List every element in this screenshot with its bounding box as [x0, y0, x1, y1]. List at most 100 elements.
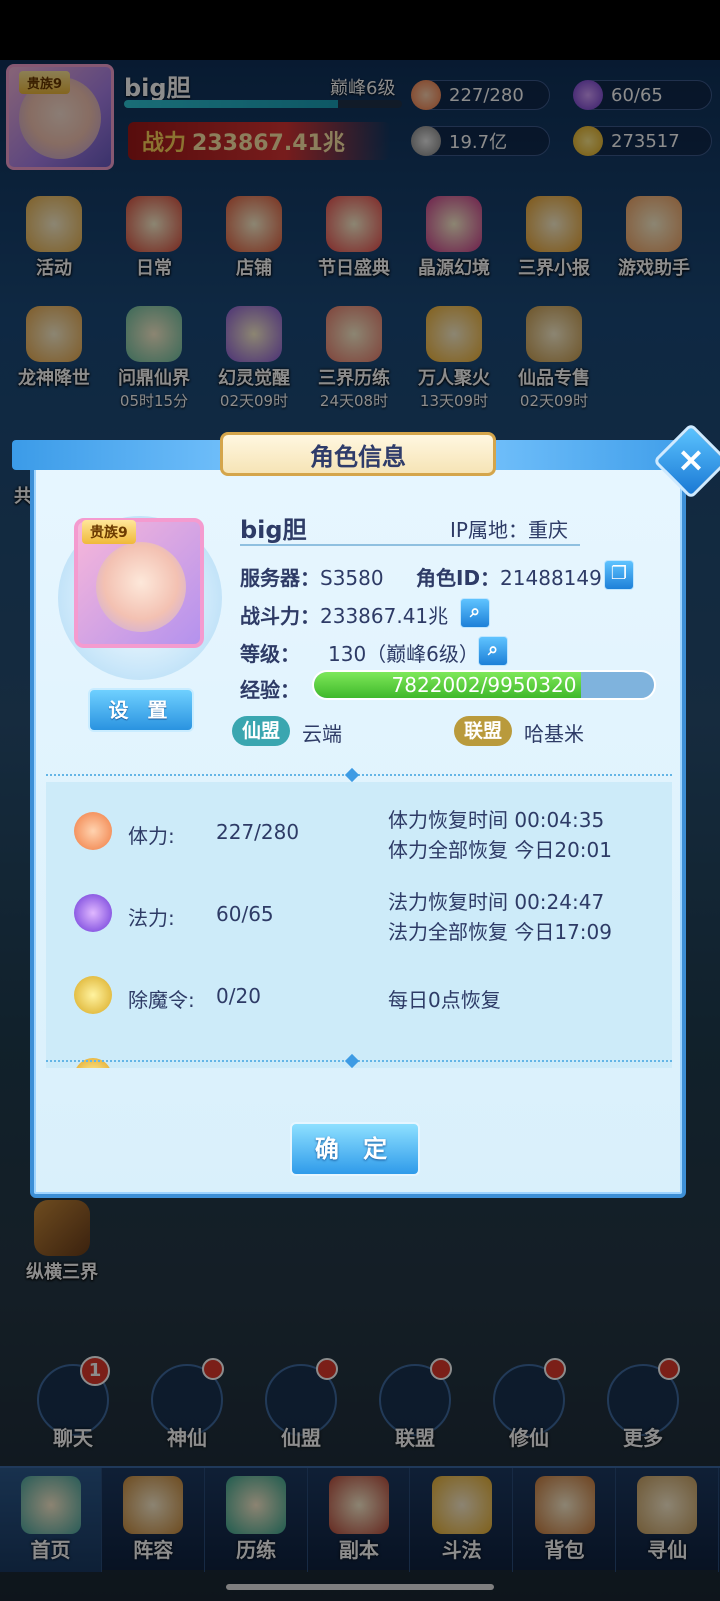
- red-dot-badge: [202, 1358, 224, 1380]
- stat-recovery-info: 法力恢复时间 00:24:47: [388, 890, 605, 914]
- feature-button[interactable]: 节日盛典: [306, 196, 402, 280]
- stat-full-recovery-info: 法力全部恢复 今日17:09: [388, 920, 612, 944]
- level-row: 等级： 130（巅峰6级）: [240, 638, 479, 667]
- coin-value: 19.7亿: [449, 132, 508, 153]
- settings-button[interactable]: 设 置: [88, 688, 194, 732]
- power-label: 战力: [142, 131, 187, 156]
- lineup-icon: [123, 1476, 184, 1534]
- exp-progress-bar: 7822002/9950320: [312, 670, 656, 700]
- combat-power-row: 战斗力：233867.41兆: [240, 600, 448, 629]
- coin-resource[interactable]: 19.7亿: [411, 126, 550, 156]
- guild-tag: 仙盟: [232, 716, 291, 746]
- feature-label: 活动: [36, 258, 72, 279]
- magnifier-icon: ⌕: [487, 639, 499, 660]
- bottom-button-label: 修仙: [509, 1426, 549, 1450]
- nav-tab[interactable]: 斗法: [411, 1468, 514, 1572]
- feature-timer: 13天09时: [419, 392, 489, 410]
- dungeon-icon: [328, 1476, 389, 1534]
- bottom-button[interactable]: 更多: [598, 1358, 688, 1451]
- feature-label: 幻灵觉醒: [218, 368, 290, 389]
- guild-name[interactable]: 云端: [302, 718, 342, 747]
- bottom-button[interactable]: 修仙: [484, 1358, 574, 1451]
- role-id-row: 角色ID：21488149: [416, 562, 602, 591]
- divider-diamond: [344, 767, 360, 783]
- assistant-fox-icon: [626, 196, 682, 252]
- feature-button[interactable]: 仙品专售 02天09时: [506, 306, 602, 411]
- exp-text: 7822002/9950320: [391, 673, 577, 697]
- alliance-tag: 联盟: [454, 716, 513, 746]
- stamina-value: 227/280: [449, 84, 524, 106]
- nav-tab[interactable]: 副本: [308, 1468, 411, 1572]
- side-event-label: 纵横三界: [26, 1262, 98, 1283]
- feature-button[interactable]: 游戏助手: [606, 196, 702, 280]
- home-icon: [20, 1476, 81, 1534]
- fire-icon: [426, 306, 482, 362]
- feature-button[interactable]: 龙神降世: [6, 306, 102, 390]
- feature-label: 仙品专售: [518, 368, 590, 389]
- feature-timer: 24天08时: [319, 392, 389, 410]
- alliance-name[interactable]: 哈基米: [524, 718, 584, 747]
- role-id-label: 角色ID：: [416, 566, 501, 590]
- bottom-button[interactable]: 神仙: [142, 1358, 232, 1451]
- mana-value: 60/65: [611, 84, 663, 106]
- copy-icon: ❐: [610, 563, 628, 584]
- trial-icon: [326, 306, 382, 362]
- profile-noble-badge: 贵族9: [82, 520, 136, 544]
- server-value: S3580: [320, 566, 384, 590]
- home-indicator: [226, 1584, 494, 1590]
- feature-button[interactable]: 晶源幻境: [406, 196, 502, 280]
- feature-button[interactable]: 日常: [106, 196, 202, 280]
- feature-label: 游戏助手: [618, 258, 690, 279]
- player-avatar[interactable]: 贵族9: [6, 64, 114, 170]
- bottom-nav: 首页 阵容 历练 副本 斗法 背包 寻仙: [0, 1466, 720, 1572]
- bottom-button[interactable]: 联盟: [370, 1358, 460, 1451]
- nav-tab[interactable]: 历练: [206, 1468, 308, 1572]
- nav-tab[interactable]: 寻仙: [617, 1468, 719, 1572]
- mana-flame-icon: [573, 80, 603, 110]
- stats-scroll-panel[interactable]: 体力: 227/280 体力恢复时间 00:04:35 体力全部恢复 今日20:01 法…: [46, 782, 672, 1068]
- stat-value: 227/280: [216, 820, 300, 844]
- feature-button[interactable]: 三界小报: [506, 196, 602, 280]
- mana-resource[interactable]: 60/65: [573, 80, 712, 110]
- feature-button[interactable]: 活动: [6, 196, 102, 280]
- nav-tab-label: 副本: [338, 1538, 379, 1562]
- feature-label: 节日盛典: [318, 258, 390, 279]
- bottom-button-label: 仙盟: [281, 1426, 321, 1450]
- confirm-button[interactable]: 确 定: [290, 1122, 420, 1176]
- bottom-button-label: 联盟: [395, 1426, 435, 1450]
- side-event[interactable]: 纵横三界: [12, 1200, 112, 1284]
- nav-tab[interactable]: 背包: [514, 1468, 616, 1572]
- red-dot-badge: [658, 1358, 680, 1380]
- nav-tab[interactable]: 阵容: [103, 1468, 205, 1572]
- feature-button[interactable]: 幻灵觉醒 02天09时: [206, 306, 302, 411]
- feature-button[interactable]: 万人聚火 13天09时: [406, 306, 502, 411]
- feature-button[interactable]: 店铺: [206, 196, 302, 280]
- train-icon: [226, 1476, 287, 1534]
- bottom-button[interactable]: 聊天 1: [28, 1356, 118, 1451]
- stat-recovery-info: 每日0点恢复: [388, 988, 501, 1012]
- feature-button[interactable]: 三界历练 24天08时: [306, 306, 402, 411]
- feature-label: 店铺: [236, 258, 272, 279]
- feature-button[interactable]: 问鼎仙界 05时15分: [106, 306, 202, 411]
- token-icon: [74, 976, 112, 1014]
- role-info-dialog: 贵族9 设 置 big胆 IP属地：重庆 服务器：S3580 角色ID：2148…: [12, 422, 720, 1198]
- gift-icon: [326, 196, 382, 252]
- stamina-resource[interactable]: 227/280: [411, 80, 550, 110]
- stat-label: 除魔令:: [128, 988, 195, 1012]
- nav-tab-label: 寻仙: [647, 1538, 688, 1562]
- player-hud: 贵族9 big胆 巅峰6级 战力 233867.41兆 227/280 60/6…: [0, 60, 720, 180]
- nav-tab-label: 首页: [30, 1538, 71, 1562]
- activity-icon: [26, 196, 82, 252]
- orb-icon: [226, 306, 282, 362]
- feature-timer: 05时15分: [119, 392, 189, 410]
- power-banner: 战力 233867.41兆: [128, 122, 390, 160]
- nav-tab[interactable]: 首页: [0, 1468, 102, 1572]
- dialog-frame: 贵族9 设 置 big胆 IP属地：重庆 服务器：S3580 角色ID：2148…: [30, 448, 686, 1198]
- stat-label: 体力:: [128, 824, 175, 848]
- nav-tab-label: 历练: [236, 1538, 277, 1562]
- power-value: 233867.41兆: [192, 131, 345, 156]
- crystal-icon: [426, 196, 482, 252]
- role-id-value: 21488149: [500, 566, 602, 590]
- gold-resource[interactable]: 273517: [573, 126, 712, 156]
- bottom-button[interactable]: 仙盟: [256, 1358, 346, 1451]
